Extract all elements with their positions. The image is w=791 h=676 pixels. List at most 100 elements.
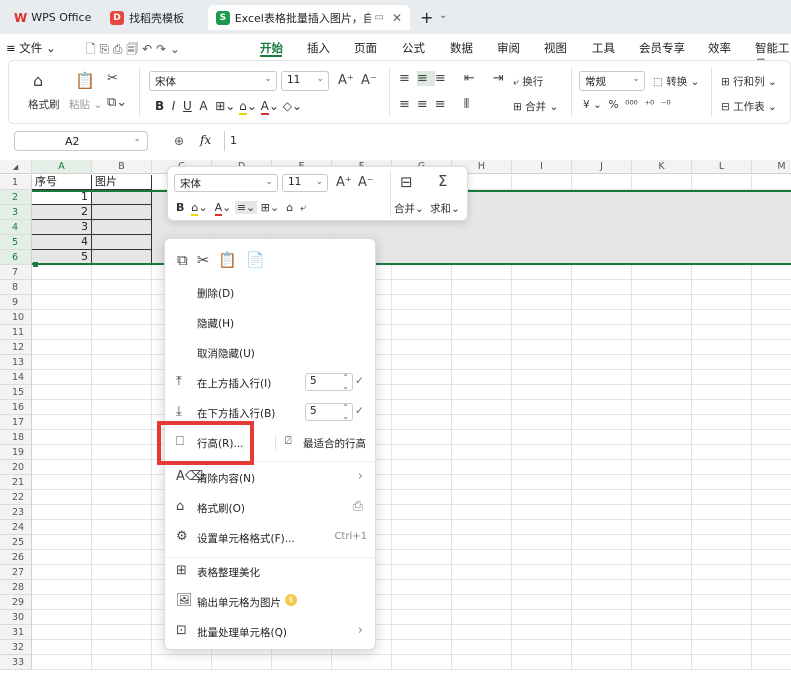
row-header-3[interactable]: 3: [0, 205, 32, 220]
menu-efficiency[interactable]: 效率: [708, 40, 731, 56]
cell[interactable]: [632, 640, 692, 655]
cell[interactable]: [392, 490, 452, 505]
cell[interactable]: [92, 415, 152, 430]
cell[interactable]: [572, 175, 632, 190]
cell[interactable]: [752, 640, 791, 655]
select-all-corner[interactable]: ◢: [0, 160, 32, 174]
menu-unhide[interactable]: 取消隐藏(U): [165, 340, 377, 366]
cell[interactable]: [92, 385, 152, 400]
cell[interactable]: [32, 370, 92, 385]
menu-export-image[interactable]: 🖼 输出单元格为图片 $: [165, 589, 377, 615]
cell[interactable]: [512, 310, 572, 325]
close-tab-icon[interactable]: ✕: [392, 11, 402, 25]
cell[interactable]: [752, 370, 791, 385]
cell[interactable]: [92, 340, 152, 355]
cell[interactable]: [632, 400, 692, 415]
cell[interactable]: [572, 535, 632, 550]
cell[interactable]: [392, 310, 452, 325]
row-header-24[interactable]: 24: [0, 520, 32, 535]
cell[interactable]: [632, 430, 692, 445]
cell[interactable]: [32, 595, 92, 610]
cell[interactable]: [452, 490, 512, 505]
sum-icon[interactable]: Σ: [438, 172, 447, 190]
cell[interactable]: [632, 265, 692, 280]
increase-font-icon[interactable]: A⁺: [338, 73, 354, 88]
cell[interactable]: [452, 505, 512, 520]
cell[interactable]: [752, 520, 791, 535]
cell[interactable]: [392, 535, 452, 550]
align-horizontal-icons[interactable]: ≡≡≡ ⫴: [399, 97, 476, 112]
cell[interactable]: [512, 475, 572, 490]
menu-beautify[interactable]: ⊞ 表格整理美化: [165, 559, 377, 585]
cell[interactable]: [512, 265, 572, 280]
cell[interactable]: [512, 655, 572, 670]
cell[interactable]: [392, 640, 452, 655]
cell[interactable]: [692, 400, 752, 415]
cell[interactable]: [632, 505, 692, 520]
cell[interactable]: [92, 505, 152, 520]
menu-review[interactable]: 审阅: [497, 40, 520, 56]
row-header-4[interactable]: 4: [0, 220, 32, 235]
cell[interactable]: [572, 625, 632, 640]
cell[interactable]: [692, 520, 752, 535]
cell[interactable]: [572, 415, 632, 430]
cell[interactable]: [452, 325, 512, 340]
cell[interactable]: [512, 580, 572, 595]
cell[interactable]: [572, 340, 632, 355]
cell[interactable]: [452, 280, 512, 295]
cell[interactable]: [632, 175, 692, 190]
menu-page[interactable]: 页面: [354, 40, 377, 56]
cell[interactable]: [92, 325, 152, 340]
cell[interactable]: [632, 535, 692, 550]
cell[interactable]: [632, 280, 692, 295]
cell[interactable]: [92, 550, 152, 565]
cell[interactable]: [392, 325, 452, 340]
cell[interactable]: [392, 340, 452, 355]
cell[interactable]: [452, 550, 512, 565]
cell[interactable]: [632, 475, 692, 490]
cell[interactable]: [32, 640, 92, 655]
column-header-j[interactable]: J: [572, 160, 632, 174]
mini-merge-button[interactable]: 合并⌄: [394, 201, 424, 216]
cell[interactable]: [692, 640, 752, 655]
cell[interactable]: [512, 520, 572, 535]
row-header-27[interactable]: 27: [0, 565, 32, 580]
cell[interactable]: [632, 520, 692, 535]
paste-label[interactable]: 粘贴 ⌄: [69, 97, 102, 112]
cell[interactable]: [692, 445, 752, 460]
tab-wps-office[interactable]: W WPS Office: [6, 5, 99, 30]
cell[interactable]: [92, 580, 152, 595]
confirm-check-icon[interactable]: ✓: [355, 405, 364, 417]
cell[interactable]: [512, 295, 572, 310]
row-header-8[interactable]: 8: [0, 280, 32, 295]
cell[interactable]: [452, 625, 512, 640]
cell[interactable]: [452, 370, 512, 385]
cell[interactable]: [572, 385, 632, 400]
cell[interactable]: [632, 340, 692, 355]
cell[interactable]: [512, 385, 572, 400]
cell[interactable]: [692, 490, 752, 505]
cell[interactable]: [692, 655, 752, 670]
convert-button[interactable]: ⬚ 转换 ⌄: [653, 74, 699, 89]
cell[interactable]: [392, 385, 452, 400]
cell[interactable]: [32, 610, 92, 625]
zoom-search-icon[interactable]: ⊕: [174, 134, 184, 148]
menu-clear-content[interactable]: A⌫ 清除内容(N) ›: [165, 465, 377, 491]
cell[interactable]: [512, 460, 572, 475]
cell[interactable]: [692, 325, 752, 340]
menu-start[interactable]: 开始: [260, 40, 283, 56]
cell[interactable]: [692, 310, 752, 325]
mini-format-buttons[interactable]: B ⌂⌄ A⌄ ≡⌄ ⊞⌄ ⌂ ⤶: [176, 201, 306, 216]
cell[interactable]: [32, 355, 92, 370]
cell[interactable]: [572, 505, 632, 520]
cell[interactable]: [452, 520, 512, 535]
cell[interactable]: [752, 580, 791, 595]
cell[interactable]: [452, 655, 512, 670]
cell[interactable]: [452, 475, 512, 490]
row-header-29[interactable]: 29: [0, 595, 32, 610]
cell[interactable]: [632, 550, 692, 565]
cell[interactable]: [452, 595, 512, 610]
cell[interactable]: [32, 490, 92, 505]
cell[interactable]: [512, 325, 572, 340]
menu-data[interactable]: 数据: [450, 40, 473, 56]
